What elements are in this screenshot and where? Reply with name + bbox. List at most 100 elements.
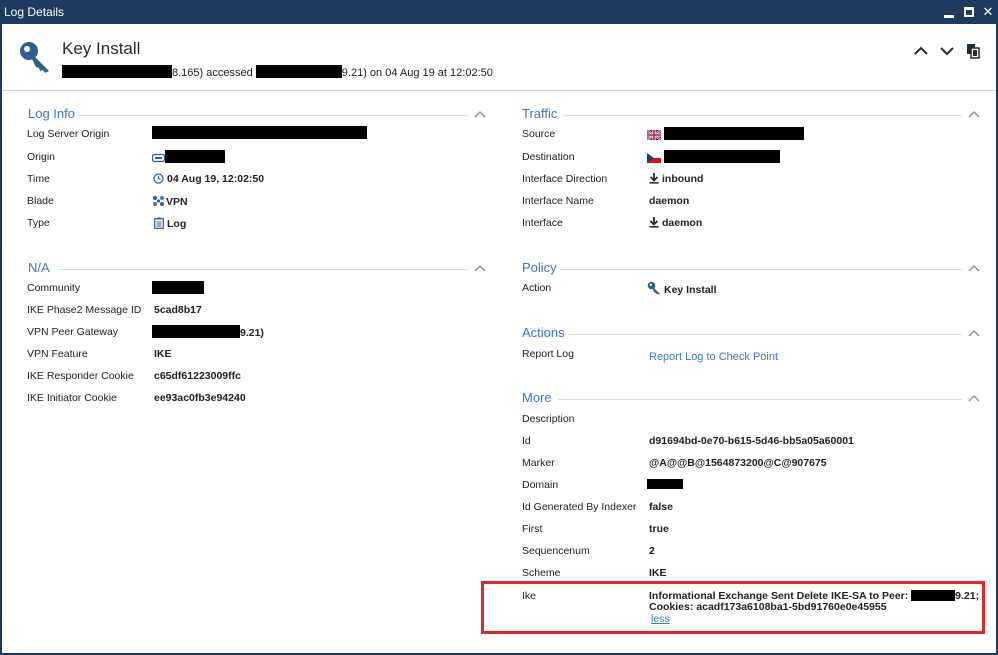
field-value-id: d91694bd-0e70-b615-5d46-bb5a05a60001 [649, 435, 854, 447]
field-label: Log Server Origin [27, 128, 110, 140]
arrow-down-icon [649, 173, 659, 184]
chevron-up-icon [968, 330, 980, 337]
field-value-source [647, 127, 804, 141]
collapse-log-info-button[interactable] [474, 110, 486, 118]
field-label: Marker [522, 457, 555, 469]
chevron-up-icon [968, 111, 980, 118]
field-label: Domain [522, 479, 559, 491]
title-bar: Log Details ✕ [0, 0, 998, 24]
previous-log-button[interactable] [912, 42, 930, 60]
clipboard-icon [154, 217, 164, 229]
collapse-more-button[interactable] [968, 394, 980, 402]
divider [558, 399, 962, 400]
next-log-button[interactable] [938, 42, 956, 60]
field-value-id-generated-by-indexer: false [649, 501, 673, 513]
section-title-policy: Policy [522, 260, 557, 275]
field-label: VPN Peer Gateway [27, 326, 119, 338]
maximize-button[interactable] [960, 3, 978, 21]
field-value-origin [152, 150, 225, 164]
minimize-button[interactable] [940, 3, 958, 21]
field-value-action: Key Install [647, 281, 717, 296]
field-label: Description [522, 413, 575, 425]
clock-icon [153, 173, 164, 184]
field-value-interface-name: daemon [649, 195, 690, 207]
field-value-type: Log [154, 217, 186, 230]
field-value-time: 04 Aug 19, 12:02:50 [153, 173, 264, 185]
field-label: Interface Name [522, 195, 594, 207]
close-icon: ✕ [982, 4, 994, 19]
chevron-up-icon [474, 111, 486, 118]
section-title-traffic: Traffic [522, 106, 558, 121]
field-label: Id [522, 435, 531, 447]
divider [78, 115, 468, 116]
log-details-window: Log Details ✕ Key Install 8.165) accesse… [0, 0, 998, 655]
field-value-log-server-origin [152, 126, 367, 140]
field-label: Origin [27, 151, 56, 163]
field-label: Report Log [522, 348, 574, 360]
field-value-community [152, 281, 204, 295]
czech-flag-icon [647, 153, 661, 163]
copy-button[interactable] [964, 42, 982, 60]
field-label: Id Generated By Indexer [522, 501, 637, 513]
field-value-blade: VPN [152, 195, 188, 208]
field-label: IKE Initiator Cookie [27, 392, 117, 404]
field-label: Interface [522, 217, 563, 229]
log-summary-part1: 8.165) accessed [172, 67, 253, 79]
collapse-policy-button[interactable] [968, 264, 980, 272]
vpn-icon [153, 196, 164, 206]
log-summary-part2: 9.21) on 04 Aug 19 at 12:02:50 [341, 67, 493, 79]
divider [58, 269, 468, 270]
key-icon [647, 281, 660, 295]
arrow-down-icon [649, 217, 659, 228]
field-label: Time [27, 173, 50, 185]
redacted-text [152, 325, 240, 338]
chevron-up-icon [968, 265, 980, 272]
field-value-sequencenum: 2 [649, 545, 655, 557]
field-label: Destination [522, 151, 575, 163]
section-title-more: More [522, 390, 552, 405]
field-label: Interface Direction [522, 173, 608, 185]
close-button[interactable]: ✕ [979, 3, 997, 21]
field-label: Community [27, 282, 81, 294]
chevron-up-icon [474, 265, 486, 272]
key-icon [20, 42, 49, 73]
collapse-actions-button[interactable] [968, 329, 980, 337]
redacted-text [152, 126, 367, 139]
log-summary: 8.165) accessed 9.21) on 04 Aug 19 at 12… [62, 65, 493, 79]
field-label: Source [522, 128, 556, 140]
page-title: Key Install [62, 39, 141, 58]
report-log-link[interactable]: Report Log to Check Point [649, 351, 778, 363]
redacted-text [62, 65, 172, 78]
field-label: Scheme [522, 567, 561, 579]
field-value-vpn-feature: IKE [154, 348, 172, 360]
field-value-marker: @A@@B@1564873200@C@907675 [649, 457, 827, 469]
field-label: Blade [27, 195, 54, 207]
field-label: First [522, 523, 543, 535]
field-value-first: true [649, 523, 669, 535]
field-label: Action [522, 282, 552, 294]
field-value-interface-direction: inbound [649, 173, 703, 185]
redacted-text [664, 127, 804, 140]
field-label: IKE Responder Cookie [27, 370, 134, 382]
field-label: IKE Phase2 Message ID [27, 304, 142, 316]
field-label: Type [27, 217, 50, 229]
gateway-icon [152, 153, 165, 163]
log-details-content: Key Install 8.165) accessed 9.21) on 04 … [2, 24, 996, 653]
field-value-interface: daemon [649, 217, 702, 229]
redacted-text [165, 150, 225, 163]
redacted-text [664, 150, 780, 163]
redacted-text [152, 281, 204, 294]
collapse-na-button[interactable] [474, 264, 486, 272]
highlight-box [481, 581, 985, 634]
divider [568, 334, 962, 335]
divider [564, 115, 962, 116]
field-value-ike-phase2-message-id: 5cad8b17 [154, 304, 202, 316]
uk-flag-icon [647, 130, 661, 140]
section-title-log-info: Log Info [28, 106, 75, 121]
section-title-na: N/A [28, 260, 50, 275]
section-title-actions: Actions [522, 325, 565, 340]
minimize-icon [944, 15, 954, 18]
divider [560, 269, 962, 270]
maximize-icon [964, 7, 974, 17]
collapse-traffic-button[interactable] [968, 110, 980, 118]
